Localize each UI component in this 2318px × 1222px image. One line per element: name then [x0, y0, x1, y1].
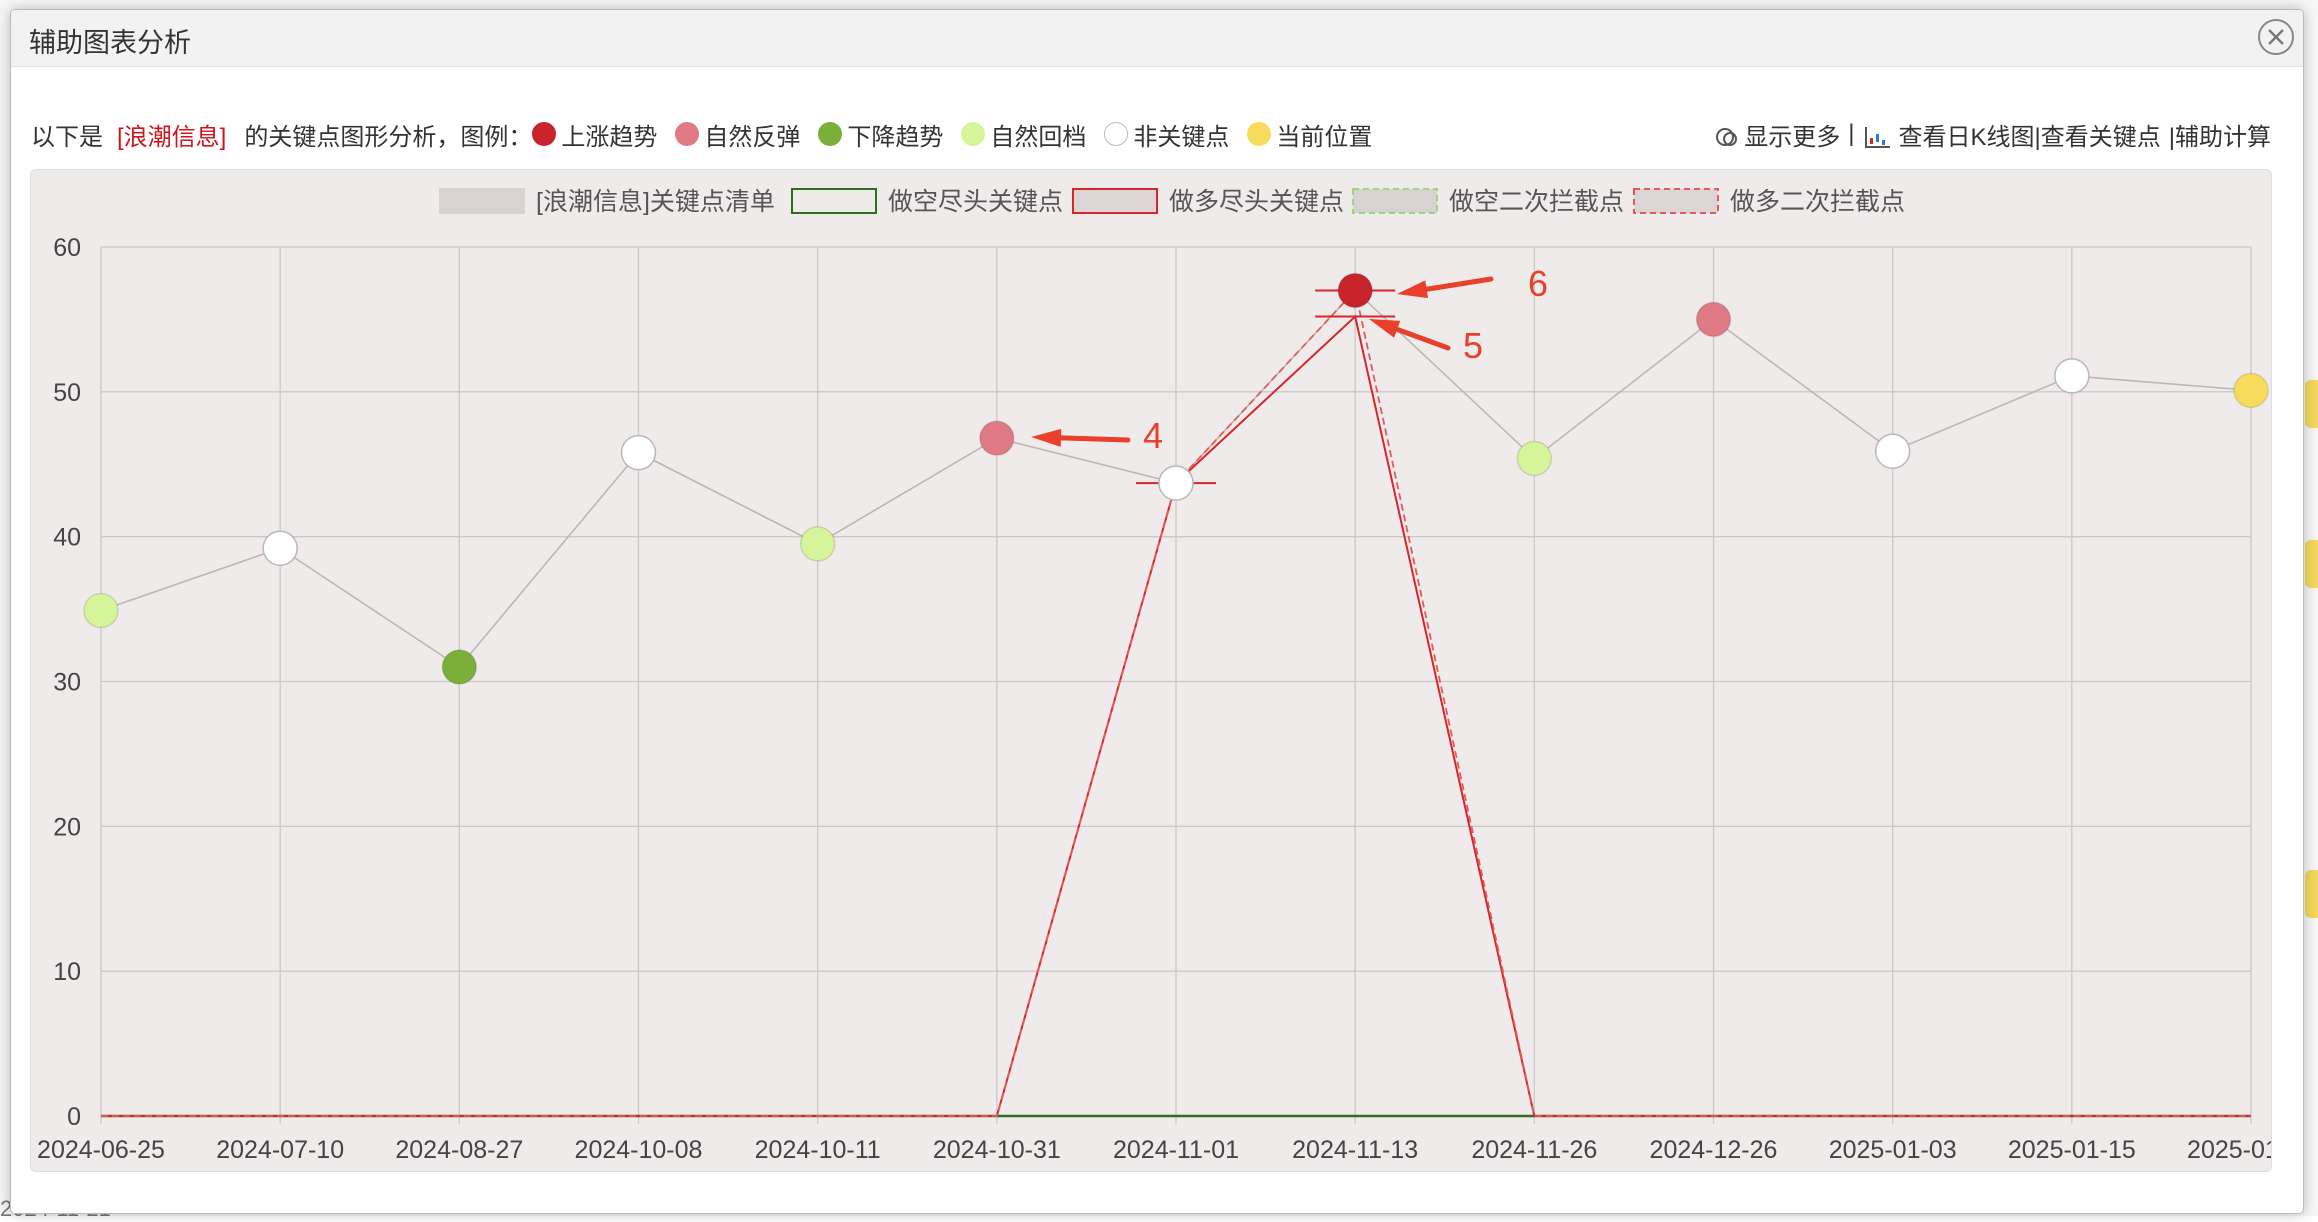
rise-dot-icon — [532, 122, 557, 146]
link-separator: | — [1848, 120, 1855, 147]
annotation-label: 6 — [1528, 263, 1548, 304]
x-tick-label: 2024-11-01 — [1113, 1136, 1239, 1164]
dialog-titlebar: 辅助图表分析 — [11, 10, 2303, 67]
show-more-label: 显示更多 — [1744, 123, 1841, 151]
x-tick-label: 2024-11-26 — [1471, 1136, 1597, 1164]
show-more-link[interactable]: 显示更多 — [1714, 117, 1840, 152]
chart-legend-swatch — [1072, 188, 1158, 214]
annotation-arrow-shaft — [1424, 276, 1494, 292]
keypoint-dot — [441, 649, 478, 685]
background-badge — [2305, 380, 2318, 428]
keypoint-dot — [2233, 372, 2269, 409]
legend-current: 当前位置 — [1247, 117, 1372, 152]
chart-area: 0 10 20 30 40 50 60 2024-06-25 2024-07-10 2024-08… — [30, 169, 2272, 1172]
fall-dot-icon — [818, 122, 843, 146]
legend-label: 非关键点 — [1133, 123, 1230, 151]
annotation-label: 5 — [1463, 325, 1483, 366]
legend-rise: 上涨趋势 — [532, 117, 657, 152]
background-badge — [2305, 870, 2318, 918]
annotation-arrow-head — [1369, 319, 1401, 338]
x-tick-label: 2025-01-18 — [2187, 1136, 2271, 1164]
kline-link[interactable]: 查看日K线图 — [1863, 117, 2035, 152]
keypoint-dot — [1695, 301, 1732, 338]
legend-fall: 下降趋势 — [818, 117, 943, 152]
x-tick-label: 2025-01-03 — [1829, 1136, 1957, 1164]
annotation-arrow-shaft — [1394, 326, 1451, 351]
keypoint-dot — [1516, 440, 1553, 477]
keypoints-link[interactable]: |查看关键点 — [2035, 117, 2161, 152]
legend-label: 自然反弹 — [704, 123, 801, 151]
layers-icon — [1716, 127, 1738, 146]
annotation-arrow-shaft — [1058, 435, 1131, 443]
y-tick-label: 10 — [53, 958, 81, 986]
keypoint-dot — [1158, 465, 1194, 501]
kline-chart-icon — [1864, 126, 1890, 148]
legend-label: 当前位置 — [1276, 123, 1373, 151]
chart-dialog: 辅助图表分析 以下是 [浪潮信息] 的关键点图形分析，图例： 上涨趋势 自然反弹… — [10, 9, 2304, 1214]
kline-label: 查看日K线图 — [1898, 123, 2035, 151]
y-tick-label: 0 — [67, 1103, 81, 1131]
close-button[interactable] — [2258, 19, 2294, 55]
chart-legend-label: [浪潮信息]关键点清单 — [536, 188, 775, 216]
keypoint-dot — [1337, 272, 1373, 309]
chart-legend-swatch — [791, 188, 877, 214]
y-tick-label: 20 — [53, 813, 81, 841]
chart-legend-label: 做空二次拦截点 — [1449, 188, 1624, 216]
chart-legend-label: 做多二次拦截点 — [1730, 188, 1905, 216]
legend-pullback: 自然回档 — [961, 117, 1086, 152]
keypoint-dot — [2054, 358, 2090, 394]
current-dot-icon — [1247, 122, 1272, 146]
intro-suffix: 的关键点图形分析，图例： — [244, 123, 533, 151]
keypoint-dot — [620, 434, 657, 471]
action-links: 显示更多 | 查看日K线图 |查看关键点 |辅助计算 — [1714, 114, 2271, 154]
x-tick-label: 2025-01-15 — [2008, 1136, 2136, 1164]
keypoint-dot — [1874, 433, 1911, 469]
chart-legend-swatch — [1352, 188, 1438, 214]
normal-dot-icon — [1104, 122, 1129, 146]
chart-legend-label: 做空尽头关键点 — [888, 188, 1063, 216]
x-tick-label: 2024-10-11 — [755, 1136, 881, 1164]
keypoint-dot — [83, 592, 119, 629]
legend-bar: 以下是 [浪潮信息] 的关键点图形分析，图例： 上涨趋势 自然反弹 下降趋势 自… — [31, 114, 1390, 154]
intro-prefix: 以下是 — [31, 123, 103, 151]
y-tick-label: 30 — [53, 669, 81, 697]
y-tick-label: 40 — [53, 524, 81, 552]
x-tick-label: 2024-06-25 — [37, 1136, 165, 1164]
y-tick-label: 50 — [53, 379, 81, 407]
close-icon — [2268, 29, 2284, 45]
legend-label: 下降趋势 — [847, 123, 944, 151]
chart-legend-label: 做多尽头关键点 — [1169, 188, 1344, 216]
legend-label: 自然回档 — [990, 123, 1087, 151]
x-tick-label: 2024-10-08 — [575, 1136, 703, 1164]
rebound-dot-icon — [675, 122, 700, 146]
annotation-arrow-head — [1397, 280, 1429, 299]
x-tick-label: 2024-12-26 — [1650, 1136, 1778, 1164]
legend-label: 上涨趋势 — [561, 123, 658, 151]
annotation-arrow-head — [1031, 428, 1062, 447]
x-tick-label: 2024-10-31 — [933, 1136, 1061, 1164]
keypoint-dot — [979, 420, 1015, 456]
chart-legend-swatch — [439, 188, 525, 214]
background-badge — [2305, 540, 2318, 588]
legend-normal: 非关键点 — [1104, 117, 1229, 152]
x-tick-label: 2024-08-27 — [395, 1136, 523, 1164]
y-tick-label: 60 — [53, 234, 81, 262]
x-tick-label: 2024-07-10 — [216, 1136, 344, 1164]
pullback-dot-icon — [961, 122, 986, 146]
chart-legend-swatch — [1633, 188, 1719, 214]
annotation-label: 4 — [1143, 415, 1163, 456]
calc-link[interactable]: |辅助计算 — [2169, 117, 2271, 152]
keypoint-dot — [262, 530, 298, 567]
keypoint-chart: 0 10 20 30 40 50 60 2024-06-25 2024-07-10 2024-08… — [37, 188, 2271, 1164]
x-tick-label: 2024-11-13 — [1292, 1136, 1418, 1164]
stock-name: [浪潮信息] — [117, 123, 227, 151]
keypoint-dot — [799, 526, 836, 562]
dialog-title: 辅助图表分析 — [29, 28, 191, 58]
legend-rebound: 自然反弹 — [675, 117, 800, 152]
